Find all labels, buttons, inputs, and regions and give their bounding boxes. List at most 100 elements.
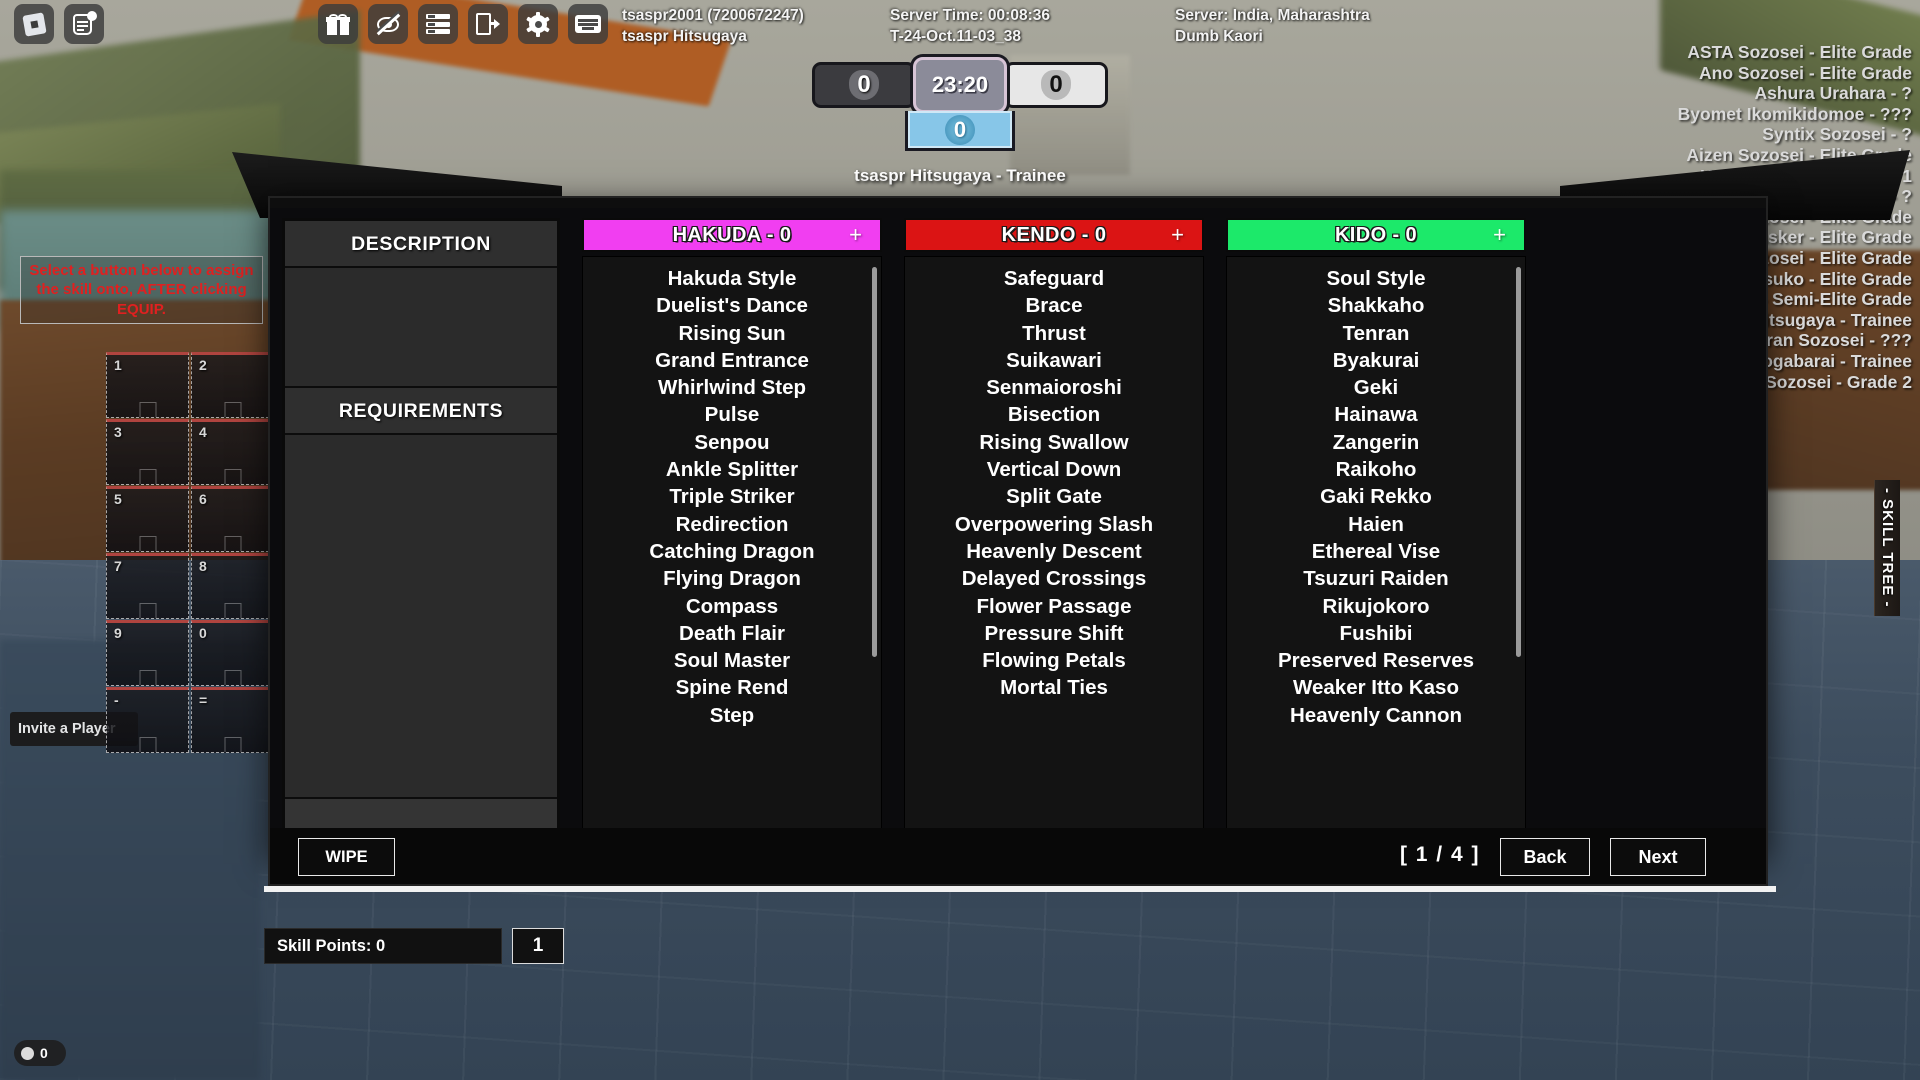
- skill-column-header-kendo[interactable]: KENDO - 0 +: [904, 218, 1204, 252]
- skill-list-item[interactable]: Step: [583, 702, 881, 729]
- skill-list-item[interactable]: Redirection: [583, 511, 881, 538]
- skill-list-item[interactable]: Heavenly Descent: [905, 538, 1203, 565]
- skill-list-scrollbar[interactable]: [1516, 267, 1521, 657]
- server-stamp: T-24-Oct.11-03_38: [890, 28, 1021, 45]
- skill-list-item[interactable]: Soul Master: [583, 647, 881, 674]
- back-button[interactable]: Back: [1500, 838, 1590, 876]
- skill-list-item[interactable]: Triple Striker: [583, 483, 881, 510]
- skill-list-item[interactable]: Geki: [1227, 374, 1525, 401]
- skill-list-item[interactable]: Mortal Ties: [905, 674, 1203, 701]
- skill-list-item[interactable]: Rising Swallow: [905, 429, 1203, 456]
- skill-list-item[interactable]: Vertical Down: [905, 456, 1203, 483]
- skill-slot-key: 7: [114, 558, 122, 574]
- add-point-icon[interactable]: +: [1171, 222, 1184, 248]
- gift-icon[interactable]: [318, 4, 358, 44]
- skill-list-item[interactable]: Preserved Reserves: [1227, 647, 1525, 674]
- skill-list-item[interactable]: Zangerin: [1227, 429, 1525, 456]
- skill-tree-tab[interactable]: - SKILL TREE -: [1874, 480, 1900, 616]
- skill-list-item[interactable]: Flying Dragon: [583, 565, 881, 592]
- back-button-label: Back: [1523, 846, 1567, 867]
- skill-list-item[interactable]: Delayed Crossings: [905, 565, 1203, 592]
- skill-column-hakuda: HAKUDA - 0 + Hakuda Style Duelist's Dance Ri…: [582, 218, 882, 854]
- skill-list-item[interactable]: Grand Entrance: [583, 347, 881, 374]
- skill-list-item[interactable]: Senpou: [583, 429, 881, 456]
- skill-slot[interactable]: 9: [106, 620, 189, 686]
- skill-list-item[interactable]: Rising Sun: [583, 320, 881, 347]
- skill-list-item[interactable]: Tenran: [1227, 320, 1525, 347]
- add-point-icon[interactable]: +: [1493, 222, 1506, 248]
- skill-list-item[interactable]: Haien: [1227, 511, 1525, 538]
- roblox-logo-icon[interactable]: [14, 4, 54, 44]
- skill-slot-notch: [139, 603, 156, 618]
- skill-slot[interactable]: 0: [191, 620, 274, 686]
- panel-underline: [264, 886, 1776, 892]
- leaderboard-icon[interactable]: [418, 4, 458, 44]
- skill-slot[interactable]: 4: [191, 419, 274, 485]
- skill-slot-notch: [224, 402, 241, 417]
- skill-column-header-hakuda[interactable]: HAKUDA - 0 +: [582, 218, 882, 252]
- skill-slot[interactable]: 3: [106, 419, 189, 485]
- skill-list-item[interactable]: Gaki Rekko: [1227, 483, 1525, 510]
- skill-slot[interactable]: 7: [106, 553, 189, 619]
- skill-list-item[interactable]: Bisection: [905, 401, 1203, 428]
- skill-slot-key: 9: [114, 625, 122, 641]
- skill-column-header-kido[interactable]: KIDO - 0 +: [1226, 218, 1526, 252]
- skill-slot[interactable]: 5: [106, 486, 189, 552]
- skill-slot[interactable]: 6: [191, 486, 274, 552]
- skill-list-item[interactable]: Whirlwind Step: [583, 374, 881, 401]
- skill-slot-key: 6: [199, 491, 207, 507]
- skill-slot-notch: [224, 737, 241, 752]
- currency-counter[interactable]: 0: [14, 1040, 66, 1066]
- skill-list-item[interactable]: Senmaioroshi: [905, 374, 1203, 401]
- skill-list-item[interactable]: Weaker Itto Kaso: [1227, 674, 1525, 701]
- skill-list-item[interactable]: Heavenly Cannon: [1227, 702, 1525, 729]
- skill-list-item[interactable]: Flowing Petals: [905, 647, 1203, 674]
- keyboard-icon[interactable]: [568, 4, 608, 44]
- skill-slot[interactable]: -: [106, 687, 189, 753]
- skill-slot[interactable]: 2: [191, 352, 274, 418]
- skill-list-item[interactable]: Fushibi: [1227, 620, 1525, 647]
- skill-list-item[interactable]: Spine Rend: [583, 674, 881, 701]
- eye-slash-icon[interactable]: [368, 4, 408, 44]
- skill-list-item[interactable]: Soul Style: [1227, 265, 1525, 292]
- skill-list-item[interactable]: Pulse: [583, 401, 881, 428]
- skill-level-display[interactable]: 1: [512, 928, 564, 964]
- skill-list-item[interactable]: Ethereal Vise: [1227, 538, 1525, 565]
- skill-list-item[interactable]: Brace: [905, 292, 1203, 319]
- skill-list-item[interactable]: Split Gate: [905, 483, 1203, 510]
- skill-list-item[interactable]: Compass: [583, 593, 881, 620]
- skill-list-item[interactable]: Hainawa: [1227, 401, 1525, 428]
- chat-icon[interactable]: [64, 4, 104, 44]
- skill-slot[interactable]: 1: [106, 352, 189, 418]
- description-body: [285, 268, 557, 388]
- skill-list-item[interactable]: Raikoho: [1227, 456, 1525, 483]
- hud-score-row: 0 23:20 0: [812, 57, 1108, 113]
- skill-list-item[interactable]: Overpowering Slash: [905, 511, 1203, 538]
- skill-list-item[interactable]: Tsuzuri Raiden: [1227, 565, 1525, 592]
- skill-list-item[interactable]: Safeguard: [905, 265, 1203, 292]
- wipe-button[interactable]: WIPE: [298, 838, 395, 876]
- skill-list-item[interactable]: Hakuda Style: [583, 265, 881, 292]
- skill-slot[interactable]: 8: [191, 553, 274, 619]
- gear-icon[interactable]: [518, 4, 558, 44]
- skill-list-item[interactable]: Byakurai: [1227, 347, 1525, 374]
- skill-list-item[interactable]: Shakkaho: [1227, 292, 1525, 319]
- skill-list-item[interactable]: Rikujokoro: [1227, 593, 1525, 620]
- next-button[interactable]: Next: [1610, 838, 1706, 876]
- skill-list-item[interactable]: Pressure Shift: [905, 620, 1203, 647]
- skill-list-item[interactable]: Suikawari: [905, 347, 1203, 374]
- skill-list-scrollbar[interactable]: [872, 267, 877, 657]
- exit-door-icon[interactable]: [468, 4, 508, 44]
- hud-right-score-value: 0: [1049, 71, 1063, 98]
- skill-list-item[interactable]: Ankle Splitter: [583, 456, 881, 483]
- skill-slot[interactable]: =: [191, 687, 274, 753]
- skill-slot-notch: [224, 469, 241, 484]
- skill-list-item[interactable]: Flower Passage: [905, 593, 1203, 620]
- skill-list-item[interactable]: Thrust: [905, 320, 1203, 347]
- skill-list-item[interactable]: Death Flair: [583, 620, 881, 647]
- skill-list-item[interactable]: Duelist's Dance: [583, 292, 881, 319]
- skill-list-item[interactable]: Catching Dragon: [583, 538, 881, 565]
- add-point-icon[interactable]: +: [849, 222, 862, 248]
- requirements-header: REQUIREMENTS: [285, 388, 557, 435]
- hud-left-score: 0: [812, 62, 916, 108]
